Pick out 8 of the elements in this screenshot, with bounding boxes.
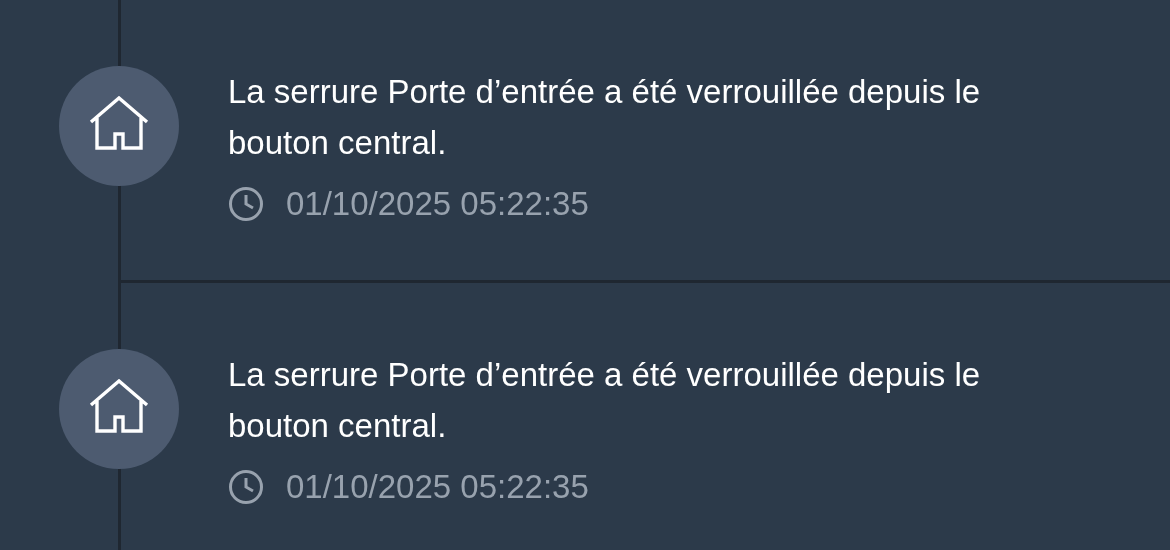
event-message: La serrure Porte d’entrée a été verrouillée depuis le bouton central. — [228, 355, 982, 446]
home-icon — [89, 96, 149, 152]
event-time: 01/10/2025 05:22:35 — [286, 184, 589, 224]
event-time: 01/10/2025 05:22:35 — [286, 467, 589, 507]
clock-icon — [228, 186, 264, 222]
clock-icon — [228, 469, 264, 505]
event-message: La serrure Porte d’entrée a été verrouillée depuis le bouton central. — [228, 72, 982, 163]
home-icon — [89, 379, 149, 435]
